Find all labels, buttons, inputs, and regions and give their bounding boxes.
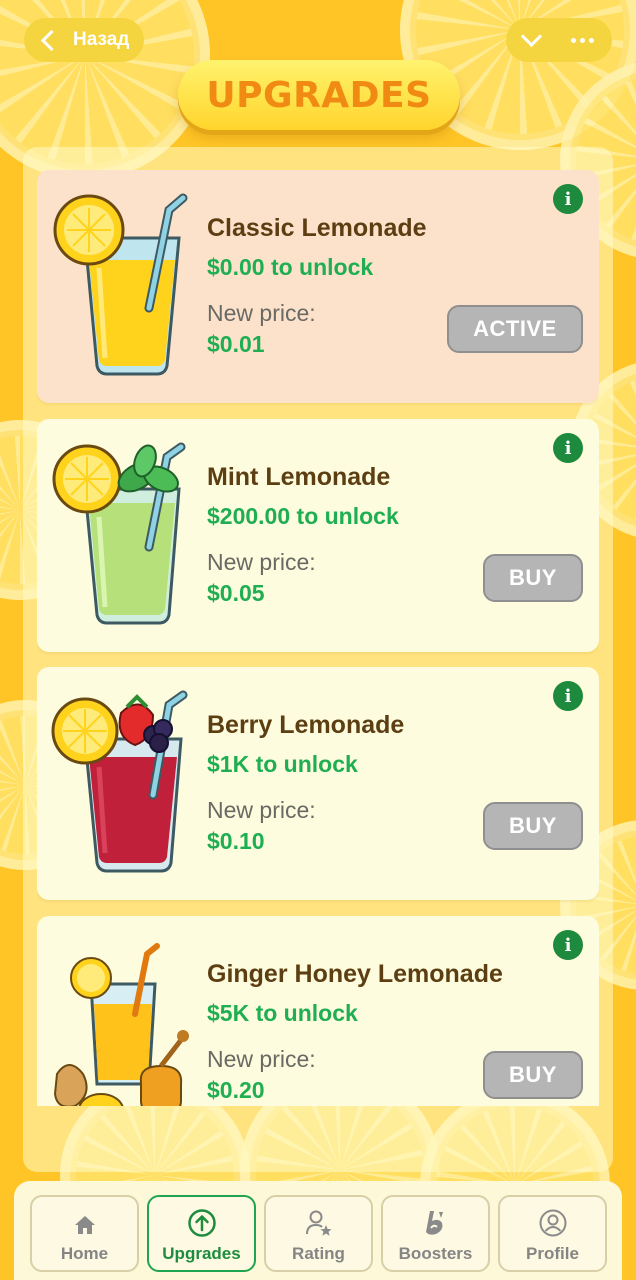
new-price-value: $0.20: [207, 1077, 265, 1103]
upgrade-card-berry: i Berry Lemonade $1K to unlock New price…: [37, 667, 599, 900]
upgrade-arrow-icon: [187, 1209, 216, 1237]
upgrade-card-classic: i Classic Lemonade $0.00 to unlock New p…: [37, 170, 599, 403]
upgrade-name: Berry Lemonade: [207, 711, 405, 739]
upgrade-name: Mint Lemonade: [207, 463, 391, 491]
nav-label: Profile: [526, 1244, 579, 1263]
new-price-value: $0.05: [207, 580, 265, 606]
unlock-cost: $0.00 to unlock: [207, 254, 374, 280]
upgrade-card-ginger-honey: i Ginger Honey Lemonade $5K to unlock Ne…: [37, 916, 599, 1106]
top-bar: Назад: [24, 18, 612, 62]
back-button[interactable]: Назад: [24, 18, 144, 62]
buy-button[interactable]: BUY: [483, 554, 583, 602]
upgrade-card-mint: i Mint Lemonade $200.00 to unlock New pr…: [37, 419, 599, 652]
nav-label: Upgrades: [162, 1244, 241, 1263]
more-dots-icon[interactable]: [571, 37, 594, 43]
new-price-label: New price:: [207, 1046, 316, 1072]
upgrade-name: Classic Lemonade: [207, 214, 427, 242]
ginger-honey-lemonade-icon: [53, 943, 189, 1106]
upgrade-name: Ginger Honey Lemonade: [207, 960, 503, 988]
active-button[interactable]: ACTIVE: [447, 305, 583, 353]
new-price-label: New price:: [207, 797, 316, 823]
new-price-value: $0.10: [207, 828, 265, 854]
rating-icon: [305, 1210, 331, 1236]
unlock-cost: $200.00 to unlock: [207, 503, 399, 529]
new-price-value: $0.01: [207, 331, 265, 357]
nav-rating[interactable]: Rating: [264, 1195, 373, 1272]
profile-icon: [539, 1209, 566, 1237]
buy-button[interactable]: BUY: [483, 1051, 583, 1099]
mint-lemonade-icon: [52, 442, 186, 625]
unlock-cost: $1K to unlock: [207, 751, 358, 777]
info-icon[interactable]: i: [553, 184, 583, 214]
unlock-cost: $5K to unlock: [207, 1000, 358, 1026]
page-title: UPGRADES: [178, 60, 460, 130]
buy-button[interactable]: BUY: [483, 802, 583, 850]
info-icon[interactable]: i: [553, 930, 583, 960]
nav-boosters[interactable]: Boosters: [381, 1195, 490, 1272]
new-price-label: New price:: [207, 549, 316, 575]
nav-label: Home: [60, 1244, 109, 1263]
info-icon[interactable]: i: [553, 681, 583, 711]
home-icon: [74, 1216, 95, 1234]
berry-lemonade-icon: [51, 690, 188, 873]
back-label: Назад: [73, 29, 130, 50]
nav-home[interactable]: Home: [30, 1195, 139, 1272]
classic-lemonade-icon: [53, 193, 188, 376]
nav-label: Rating: [292, 1244, 345, 1263]
bottom-navigation: Home Upgrades Rating Boosters Profile: [14, 1181, 622, 1280]
booster-icon: [425, 1211, 443, 1235]
nav-upgrades[interactable]: Upgrades: [147, 1195, 256, 1272]
new-price-label: New price:: [207, 300, 316, 326]
menu-pill: [506, 18, 612, 62]
upgrades-list[interactable]: i Classic Lemonade $0.00 to unlock New p…: [37, 170, 599, 1106]
chevron-down-icon[interactable]: [520, 25, 543, 47]
info-icon[interactable]: i: [553, 433, 583, 463]
nav-profile[interactable]: Profile: [498, 1195, 607, 1272]
chevron-left-icon: [40, 29, 63, 51]
nav-label: Boosters: [398, 1244, 473, 1263]
